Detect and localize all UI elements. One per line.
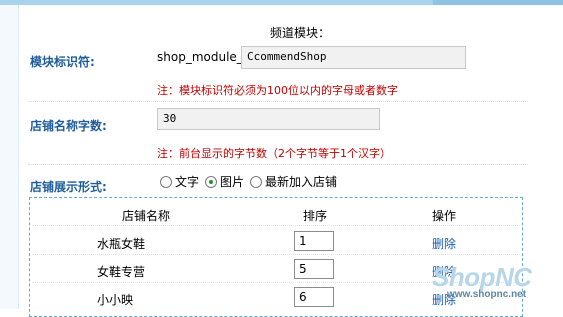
page-title: 频道模块：	[270, 26, 331, 40]
radio-button[interactable]	[160, 175, 172, 188]
left-sidebar-strip	[0, 5, 19, 309]
shopnc-url: www.shopnc.net	[447, 289, 527, 300]
divider	[28, 101, 528, 102]
module-id-label: 模块标识符:	[30, 55, 95, 69]
radio-option-image[interactable]: 图片	[205, 173, 244, 190]
sort-input[interactable]: 1	[294, 231, 334, 251]
top-bar-accent	[433, 0, 563, 5]
table-row-name: 小小映	[97, 293, 134, 307]
radio-label: 图片	[220, 175, 245, 189]
sort-input[interactable]: 5	[294, 259, 334, 279]
row-divider	[32, 225, 520, 226]
name-length-label: 店铺名称字数:	[30, 119, 107, 133]
name-length-input[interactable]: 30	[157, 108, 380, 130]
radio-label: 文字	[175, 175, 200, 189]
column-header-sort: 排序	[303, 209, 328, 223]
module-id-prefix: shop_module_	[157, 50, 243, 64]
display-mode-radio-group: 文字 图片 最新加入店铺	[160, 173, 343, 190]
module-id-note: 注：模块标识符必须为100位以内的字母或者数字	[157, 84, 398, 97]
display-mode-label: 店铺展示形式:	[30, 180, 107, 194]
module-id-input[interactable]: CcommendShop	[241, 46, 466, 69]
radio-label: 最新加入店铺	[265, 175, 338, 189]
table-row-name: 水瓶女鞋	[97, 237, 146, 251]
table-row-name: 女鞋专营	[97, 265, 146, 279]
name-length-note: 注：前台显示的字节数（2个字节等于1个汉字）	[157, 147, 391, 160]
radio-option-text[interactable]: 文字	[160, 173, 199, 190]
radio-button-selected[interactable]	[205, 175, 218, 188]
delete-link[interactable]: 删除	[432, 235, 456, 252]
row-divider	[32, 254, 520, 255]
column-header-action: 操作	[432, 209, 457, 223]
sort-input[interactable]: 6	[294, 287, 334, 307]
column-header-name: 店铺名称	[122, 209, 171, 223]
radio-button[interactable]	[250, 175, 263, 188]
divider	[28, 164, 528, 165]
radio-option-newest[interactable]: 最新加入店铺	[250, 173, 337, 190]
